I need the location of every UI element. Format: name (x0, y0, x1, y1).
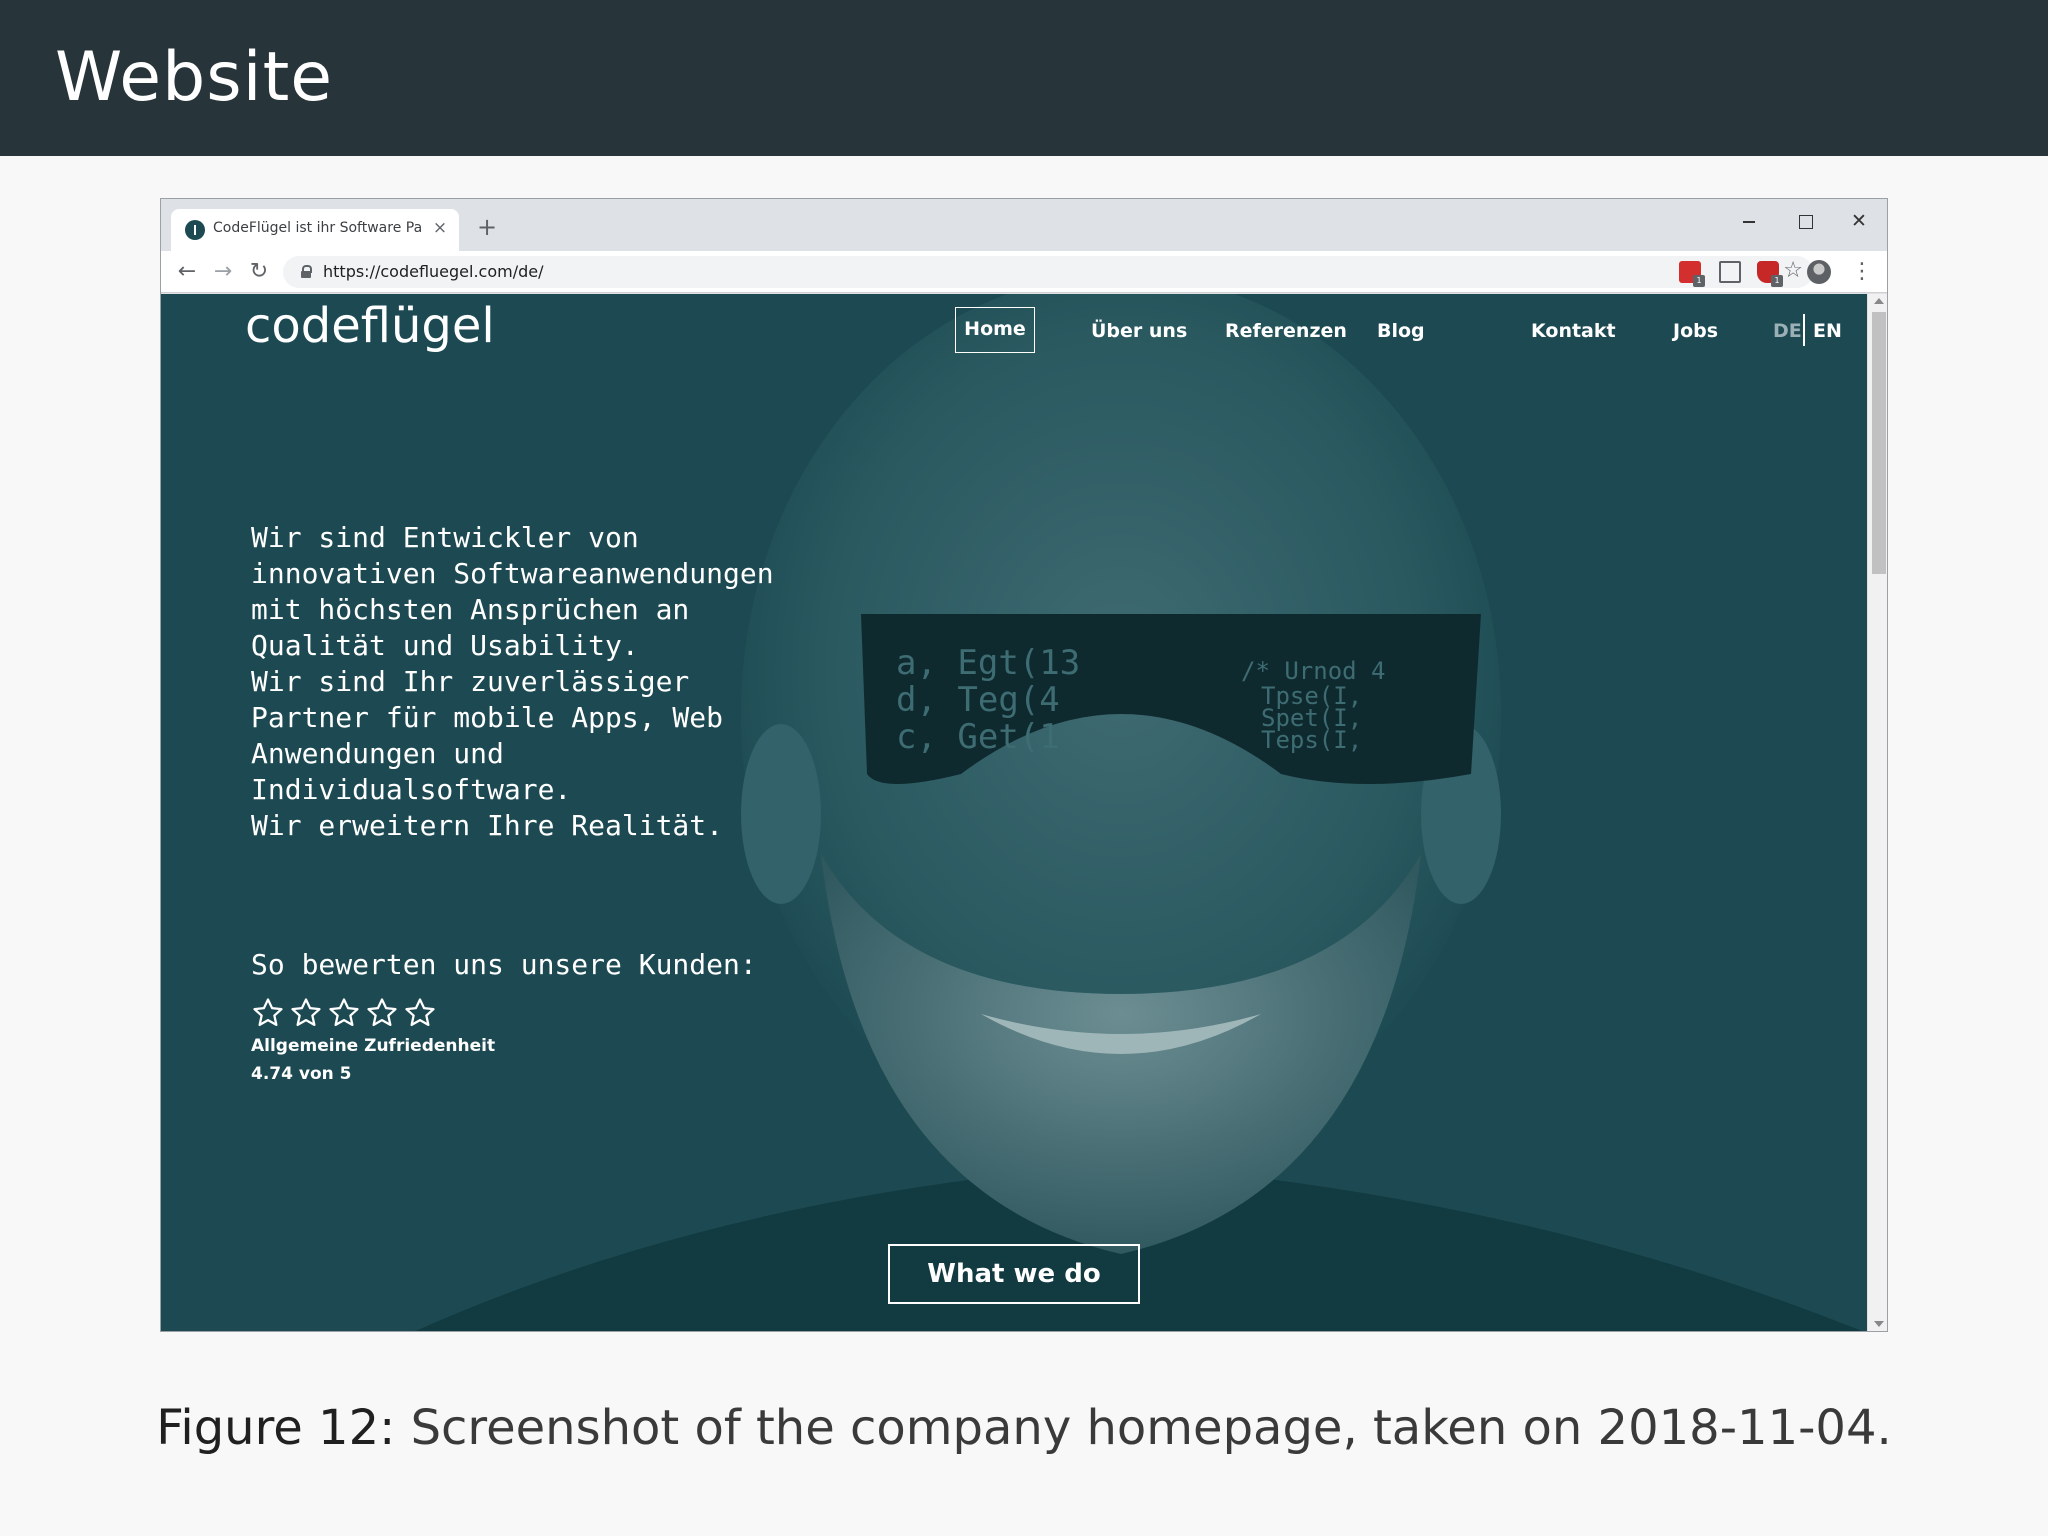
tab-title: CodeFlügel ist ihr Software Partn (213, 220, 423, 236)
nav-references[interactable]: Referenzen (1225, 320, 1347, 342)
address-bar[interactable]: https://codefluegel.com/de/ ☆ (283, 256, 1813, 288)
star-icon (405, 998, 435, 1027)
tab-close-icon[interactable]: × (429, 217, 451, 239)
url-text[interactable]: https://codefluegel.com/de/ (323, 262, 543, 281)
what-we-do-button[interactable]: What we do (888, 1244, 1140, 1304)
star-icon (329, 998, 359, 1027)
language-en[interactable]: EN (1813, 320, 1842, 342)
page-scrollbar[interactable] (1867, 294, 1887, 1331)
favicon-icon (185, 220, 205, 240)
bookmark-star-icon[interactable]: ☆ (1783, 258, 1803, 283)
extension-pdf-icon[interactable]: 1 (1679, 261, 1705, 287)
reload-icon[interactable]: ↻ (245, 258, 273, 286)
rating-value: 4.74 von 5 (251, 1064, 352, 1084)
cast-icon[interactable] (1719, 261, 1741, 283)
caption-label: Figure 12: (156, 1400, 396, 1456)
caption-text: Screenshot of the company homepage, take… (410, 1400, 1892, 1456)
svg-text:a, Egt(13: a, Egt(13 (896, 643, 1080, 683)
nav-jobs[interactable]: Jobs (1673, 320, 1718, 342)
svg-text:/* Urnod 4: /* Urnod 4 (1241, 657, 1386, 685)
scroll-up-arrow-icon[interactable] (1874, 298, 1884, 304)
figure-caption: Figure 12: Screenshot of the company hom… (0, 1400, 2048, 1456)
lock-icon (301, 265, 312, 278)
profile-avatar[interactable] (1807, 260, 1831, 284)
nav-contact[interactable]: Kontakt (1531, 320, 1616, 342)
site-logo[interactable]: codeflügel (245, 298, 495, 354)
maximize-button[interactable] (1785, 205, 1825, 237)
extension-badge: 1 (1771, 275, 1783, 287)
back-arrow-icon[interactable]: ← (173, 258, 201, 286)
extension-badge: 1 (1693, 275, 1705, 287)
nav-blog[interactable]: Blog (1377, 320, 1425, 342)
rating-stars (251, 996, 451, 1030)
browser-toolbar: ← → ↻ https://codefluegel.com/de/ ☆ 1 1 … (161, 251, 1887, 293)
tab-bar: CodeFlügel ist ihr Software Partn × + ✕ (161, 199, 1887, 251)
slide-title: Website (55, 38, 334, 117)
browser-tab[interactable]: CodeFlügel ist ihr Software Partn × (171, 209, 459, 251)
nav-about[interactable]: Über uns (1091, 320, 1187, 342)
star-icon (253, 998, 283, 1027)
slide-header: Website (0, 0, 2048, 156)
language-de[interactable]: DE (1773, 320, 1802, 342)
page-viewport: a, Egt(13 d, Teg(4 c, Get(1 /* Urnod 4 T… (161, 294, 1867, 1331)
rating-heading: So bewerten uns unsere Kunden: (251, 948, 757, 981)
new-tab-button[interactable]: + (473, 213, 501, 241)
browser-window: CodeFlügel ist ihr Software Partn × + ✕ … (160, 198, 1888, 1332)
star-icon (291, 998, 321, 1027)
forward-arrow-icon[interactable]: → (209, 258, 237, 286)
scroll-thumb[interactable] (1872, 312, 1886, 574)
svg-text:Teps(I,: Teps(I, (1261, 726, 1362, 754)
ublock-shield-icon[interactable]: 1 (1757, 261, 1783, 287)
close-window-button[interactable]: ✕ (1839, 205, 1879, 237)
svg-text:d, Teg(4: d, Teg(4 (896, 680, 1060, 720)
language-divider (1803, 314, 1805, 346)
svg-text:c, Get(1: c, Get(1 (896, 717, 1060, 757)
rating-label: Allgemeine Zufriedenheit (251, 1036, 496, 1056)
browser-menu-icon[interactable]: ⋮ (1851, 258, 1873, 286)
minimize-button[interactable] (1729, 205, 1769, 237)
star-icon (367, 998, 397, 1027)
scroll-down-arrow-icon[interactable] (1874, 1321, 1884, 1327)
hero-text: Wir sind Entwickler von innovativen Soft… (251, 521, 774, 842)
nav-home[interactable]: Home (955, 307, 1035, 353)
